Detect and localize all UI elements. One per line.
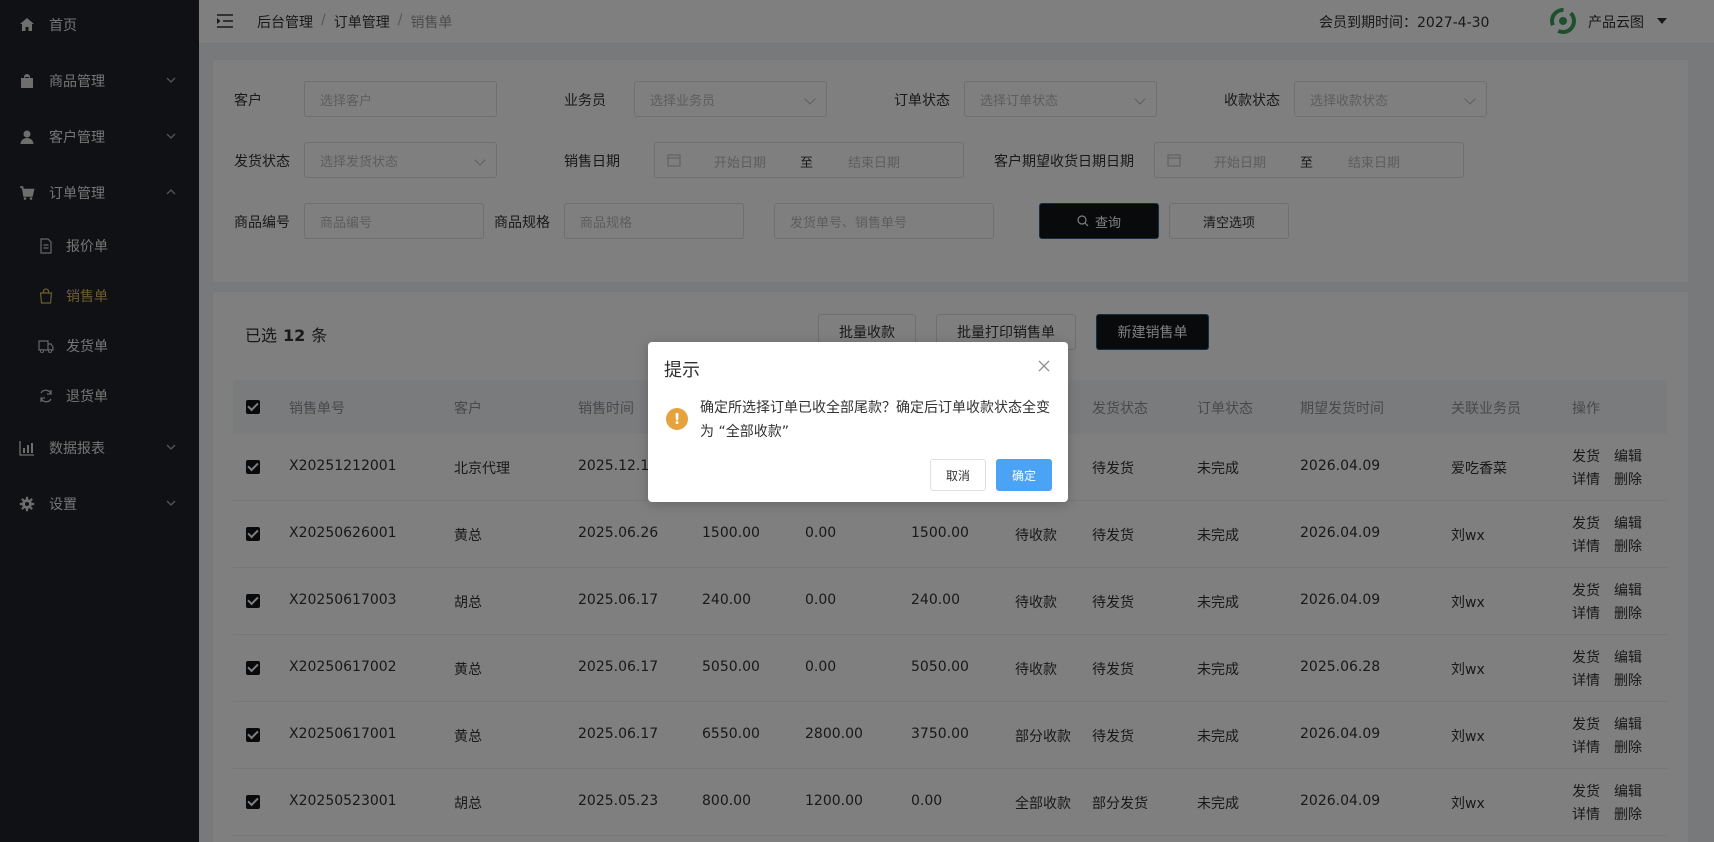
confirm-dialog: 提示 ! 确定所选择订单已收全部尾款？确定后订单收款状态全变为 “全部收款” 取… xyxy=(648,342,1068,502)
confirm-button[interactable]: 确定 xyxy=(996,459,1052,491)
dialog-message: 确定所选择订单已收全部尾款？确定后订单收款状态全变为 “全部收款” xyxy=(700,400,1050,440)
cancel-button[interactable]: 取消 xyxy=(930,459,986,491)
close-icon[interactable] xyxy=(1038,360,1050,372)
warning-icon: ! xyxy=(666,408,688,430)
dialog-title: 提示 xyxy=(664,360,700,381)
